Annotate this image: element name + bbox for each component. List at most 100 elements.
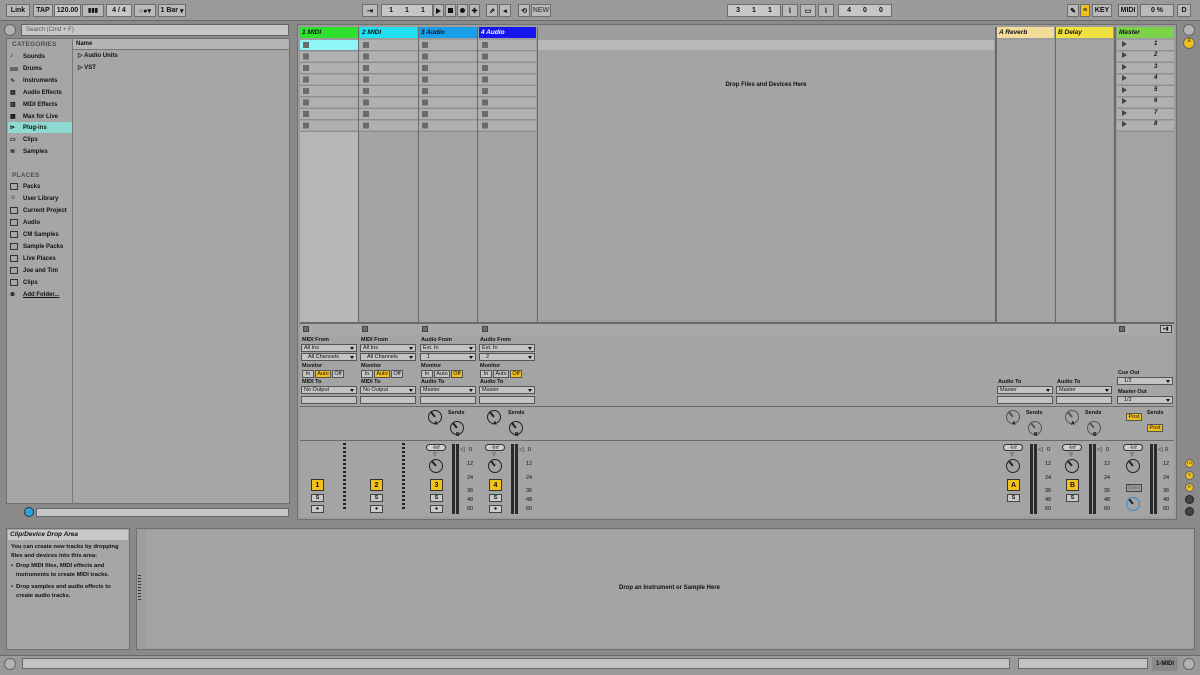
- clip-stop-buttons-2[interactable]: [363, 42, 369, 130]
- return-b-solo-button[interactable]: S: [1066, 494, 1079, 502]
- master-pan-knob[interactable]: [1126, 459, 1140, 473]
- track-3-output-type[interactable]: Master: [420, 386, 476, 394]
- return-a-solo-button[interactable]: S: [1007, 494, 1020, 502]
- track-4-output-channel[interactable]: [479, 396, 535, 404]
- io-toggle-button[interactable]: I·O: [1185, 459, 1194, 468]
- return-header-a[interactable]: A Reverb: [997, 27, 1054, 38]
- signature-field[interactable]: 4 / 4: [106, 4, 132, 17]
- track-4-volume-fader-icon[interactable]: ◁: [519, 446, 524, 453]
- category-drums[interactable]: Drums: [10, 63, 42, 74]
- track-2-monitor-auto[interactable]: Auto: [374, 370, 390, 378]
- preview-button[interactable]: [24, 507, 34, 517]
- play-button[interactable]: [433, 4, 444, 17]
- track-header-1[interactable]: 1 MIDI: [300, 27, 358, 38]
- master-header[interactable]: Master: [1117, 27, 1174, 38]
- track-3-activator[interactable]: 3: [430, 479, 443, 491]
- track-3-solo-button[interactable]: S: [430, 494, 443, 502]
- return-b-output-type[interactable]: Master: [1056, 386, 1112, 394]
- follow-button[interactable]: ⇥: [362, 4, 378, 17]
- name-column-header[interactable]: [73, 39, 289, 50]
- returns-toggle-button[interactable]: R: [1185, 483, 1194, 492]
- track-1-input-channel[interactable]: All Channels: [301, 353, 357, 361]
- add-folder-button[interactable]: ⊕ Add Folder...: [10, 289, 59, 300]
- track-1-output-channel[interactable]: [301, 396, 357, 404]
- midi-map-button[interactable]: ≡: [1080, 4, 1090, 17]
- track-3-stop-button[interactable]: [422, 326, 428, 332]
- category-instruments[interactable]: ∿ Instruments: [10, 75, 57, 86]
- track-1-activator[interactable]: 1: [311, 479, 324, 491]
- tempo-field[interactable]: 120.00: [54, 4, 81, 17]
- browser-toggle[interactable]: [4, 24, 16, 36]
- place-current-project[interactable]: Current Project: [10, 205, 67, 216]
- track-3-input-channel[interactable]: 1: [420, 353, 476, 361]
- return-a-pan-knob[interactable]: [1006, 459, 1020, 473]
- return-a-output-type[interactable]: Master: [997, 386, 1053, 394]
- category-samples[interactable]: ≋ Samples: [10, 146, 48, 157]
- track-3-arm-button[interactable]: ●: [430, 505, 443, 513]
- master-solo-button[interactable]: Solo: [1126, 484, 1142, 492]
- record-button[interactable]: [457, 4, 468, 17]
- place-user-library[interactable]: ☺ User Library: [10, 193, 58, 204]
- preview-scrubber[interactable]: [36, 508, 289, 517]
- track-4-stop-button[interactable]: [482, 326, 488, 332]
- track-1-arm-button[interactable]: ●: [311, 505, 324, 513]
- track-2-stop-button[interactable]: [362, 326, 368, 332]
- track-2-output-type[interactable]: No Output: [360, 386, 416, 394]
- track-2-output-channel[interactable]: [360, 396, 416, 404]
- loop-switch[interactable]: ▭: [800, 4, 816, 17]
- category-midi-effects[interactable]: ▥ MIDI Effects: [10, 99, 57, 110]
- tree-item-audio-units[interactable]: ▷ Audio Units: [78, 52, 118, 59]
- arrangement-position[interactable]: 1 1 1: [381, 4, 433, 17]
- track-header-3[interactable]: 3 Audio: [419, 27, 477, 38]
- nudge-buttons[interactable]: ▮▮▮: [82, 4, 104, 17]
- track-2-activator[interactable]: 2: [370, 479, 383, 491]
- return-b-activator[interactable]: B: [1066, 479, 1079, 491]
- track-2-arm-button[interactable]: ●: [370, 505, 383, 513]
- place-sample-packs[interactable]: Sample Packs: [10, 241, 63, 252]
- draw-mode-button[interactable]: ✎: [1067, 4, 1079, 17]
- track-4-monitor-auto[interactable]: Auto: [493, 370, 509, 378]
- category-clips[interactable]: ▭ Clips: [10, 134, 38, 145]
- track-4-activator[interactable]: 4: [489, 479, 502, 491]
- track-1-monitor-in[interactable]: In: [302, 370, 314, 378]
- scene-1[interactable]: 1: [1122, 41, 1157, 47]
- info-view-toggle[interactable]: [4, 658, 16, 670]
- crossfader-toggle-button[interactable]: [1185, 507, 1194, 516]
- place-live-places[interactable]: Live Places: [10, 253, 56, 264]
- punch-in-button[interactable]: ⌇: [782, 4, 798, 17]
- stop-button[interactable]: [445, 4, 456, 17]
- place-clips[interactable]: Clips: [10, 277, 38, 288]
- track-3-monitor-in[interactable]: In: [421, 370, 433, 378]
- link-button[interactable]: Link: [6, 4, 30, 17]
- mixer-view-button[interactable]: [1185, 495, 1194, 504]
- track-3-volume-display[interactable]: -Inf: [426, 444, 446, 451]
- return-b-pan-knob[interactable]: [1065, 459, 1079, 473]
- category-plugins[interactable]: ⊳ Plug-ins: [8, 122, 72, 133]
- cue-volume-knob[interactable]: [1126, 497, 1140, 511]
- track-1-monitor-auto[interactable]: Auto: [315, 370, 331, 378]
- clip-stop-buttons-3[interactable]: [422, 42, 428, 130]
- track-4-input-type[interactable]: Ext. In: [479, 344, 535, 352]
- place-joe-and-tim[interactable]: Joe and Tim: [10, 265, 58, 276]
- scene-8[interactable]: 8: [1122, 121, 1157, 127]
- tree-item-vst[interactable]: ▷ VST: [78, 64, 96, 71]
- return-b-volume-display[interactable]: -Inf: [1062, 444, 1082, 451]
- device-resize-handle[interactable]: [138, 575, 141, 601]
- master-post-button-a[interactable]: Post: [1126, 413, 1142, 421]
- tap-button[interactable]: TAP: [33, 4, 53, 17]
- return-a-volume-display[interactable]: -Inf: [1003, 444, 1023, 451]
- arrangement-view-button[interactable]: ≡: [1183, 37, 1195, 49]
- master-post-button-b[interactable]: Post: [1147, 424, 1163, 432]
- place-audio[interactable]: Audio: [10, 217, 40, 228]
- place-cm-samples[interactable]: CM Samples: [10, 229, 59, 240]
- track-3-input-type[interactable]: Ext. In: [420, 344, 476, 352]
- scene-4[interactable]: 4: [1122, 75, 1157, 81]
- track-2-solo-button[interactable]: S: [370, 494, 383, 502]
- track-2-monitor-in[interactable]: In: [361, 370, 373, 378]
- return-a-activator[interactable]: A: [1007, 479, 1020, 491]
- master-volume-display[interactable]: -Inf: [1123, 444, 1143, 451]
- place-packs[interactable]: Packs: [10, 181, 40, 192]
- category-audio-effects[interactable]: ▤ Audio Effects: [10, 87, 62, 98]
- mixer-toggle-button[interactable]: ▸▮: [1160, 325, 1172, 333]
- sends-toggle-button[interactable]: S: [1185, 471, 1194, 480]
